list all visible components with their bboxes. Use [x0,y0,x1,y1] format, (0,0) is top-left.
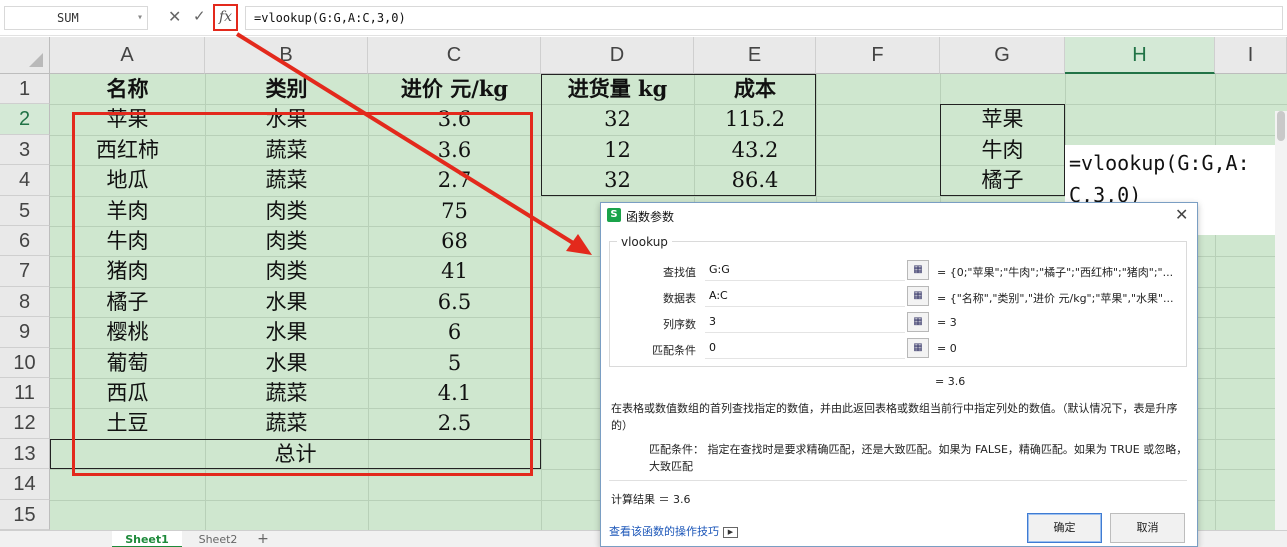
video-icon[interactable]: ▶ [723,526,738,538]
column-header-d[interactable]: D [541,37,694,74]
param-label-range-lookup: 匹配条件 [652,344,696,357]
dialog-title: 函数参数 [626,210,675,224]
column-header-h[interactable]: H [1065,37,1215,74]
column-header-a[interactable]: A [50,37,205,74]
range-picker-icon[interactable]: ▦ [907,312,929,332]
range-picker-icon[interactable]: ▦ [907,338,929,358]
table-array-input[interactable]: A:C [705,285,905,307]
cancel-formula-icon[interactable]: ✕ [168,7,181,26]
column-header-i[interactable]: I [1215,37,1287,74]
function-result: = 3.6 [935,375,966,388]
table-header-cell[interactable]: 名称 [50,74,205,104]
param-result: = {0;"苹果";"牛肉";"橘子";"西红柿";"猪肉";"... [937,266,1174,279]
function-name: vlookup [617,235,672,249]
row-header-14[interactable]: 14 [0,469,50,500]
select-all-corner[interactable] [0,37,50,74]
param-result: = {"名称","类别","进价 元/kg";"苹果","水果"... [937,292,1174,305]
table-header-cell[interactable]: 类别 [205,74,368,104]
lookup-value-input[interactable]: G:G [705,259,905,281]
divider [609,480,1187,481]
row-header-9[interactable]: 9 [0,317,50,348]
help-link[interactable]: 查看该函数的操作技巧 ▶ [609,523,738,539]
param-result: = 0 [937,342,957,355]
row-header-5[interactable]: 5 [0,195,50,226]
row-header-3[interactable]: 3 [0,134,50,166]
function-arguments-dialog: S 函数参数 ✕ vlookup 查找值 G:G ▦ = {0;"苹果";"牛肉… [600,202,1198,547]
formula-input[interactable]: =vlookup(G:G,A:C,3,0) [245,6,1283,30]
wps-logo-icon: S [607,208,621,222]
table-header-cell[interactable]: 进价 元/kg [368,74,541,104]
vertical-scrollbar[interactable] [1275,111,1287,531]
calculation-result: 计算结果 ＝ 3.6 [611,493,691,506]
column-header-f[interactable]: F [816,37,940,74]
row-header-13[interactable]: 13 [0,438,50,470]
dialog-titlebar[interactable]: S 函数参数 ✕ [601,203,1197,227]
column-header-b[interactable]: B [205,37,368,74]
row-header-11[interactable]: 11 [0,378,50,409]
param-result: = 3 [937,316,957,329]
param-label-table-array: 数据表 [663,292,696,305]
row-header-2[interactable]: 2 [0,104,50,135]
help-link-text[interactable]: 查看该函数的操作技巧 [609,525,719,538]
scrollbar-thumb[interactable] [1277,111,1285,141]
column-header-g[interactable]: G [940,37,1065,74]
grid-column-line [1215,74,1216,530]
column-header-e[interactable]: E [694,37,816,74]
argument-help: 匹配条件： 指定在查找时是要求精确匹配，还是大致匹配。如果为 FALSE，精确匹… [649,443,1188,473]
lookup-border-g [940,104,1065,196]
ok-button[interactable]: 确定 [1027,513,1102,543]
cancel-button[interactable]: 取消 [1110,513,1185,543]
col-index-input[interactable]: 3 [705,311,905,333]
table-border-d-e [541,74,816,196]
row-header-4[interactable]: 4 [0,165,50,196]
range-lookup-input[interactable]: 0 [705,337,905,359]
range-picker-icon[interactable]: ▦ [907,286,929,306]
param-label-col-index: 列序数 [663,318,696,331]
row-header-10[interactable]: 10 [0,347,50,378]
insert-function-icon[interactable]: fx [213,4,238,31]
name-box[interactable]: SUM ▾ [4,6,148,30]
tab-sheet2[interactable]: Sheet2 [184,531,252,547]
row-header-8[interactable]: 8 [0,286,50,318]
name-box-value: SUM [57,11,79,25]
row-header-15[interactable]: 15 [0,499,50,530]
formula-bar: SUM ▾ ✕ ✓ fx =vlookup(G:G,A:C,3,0) [0,0,1287,36]
add-sheet-icon[interactable]: + [254,531,272,547]
tab-sheet1[interactable]: Sheet1 [112,531,182,547]
range-picker-icon[interactable]: ▦ [907,260,929,280]
row-header-12[interactable]: 12 [0,408,50,439]
row-header-6[interactable]: 6 [0,226,50,257]
row-header-7[interactable]: 7 [0,256,50,287]
close-icon[interactable]: ✕ [1175,205,1188,224]
highlight-box-a-c [72,112,533,476]
param-label-lookup-value: 查找值 [663,266,696,279]
row-header-1[interactable]: 1 [0,74,50,105]
column-header-c[interactable]: C [368,37,541,74]
chevron-down-icon[interactable]: ▾ [137,7,143,29]
function-description: 在表格或数值数组的首列查找指定的数值，并由此返回表格或数组当前行中指定列处的数值… [611,402,1178,432]
enter-formula-icon[interactable]: ✓ [193,7,206,25]
